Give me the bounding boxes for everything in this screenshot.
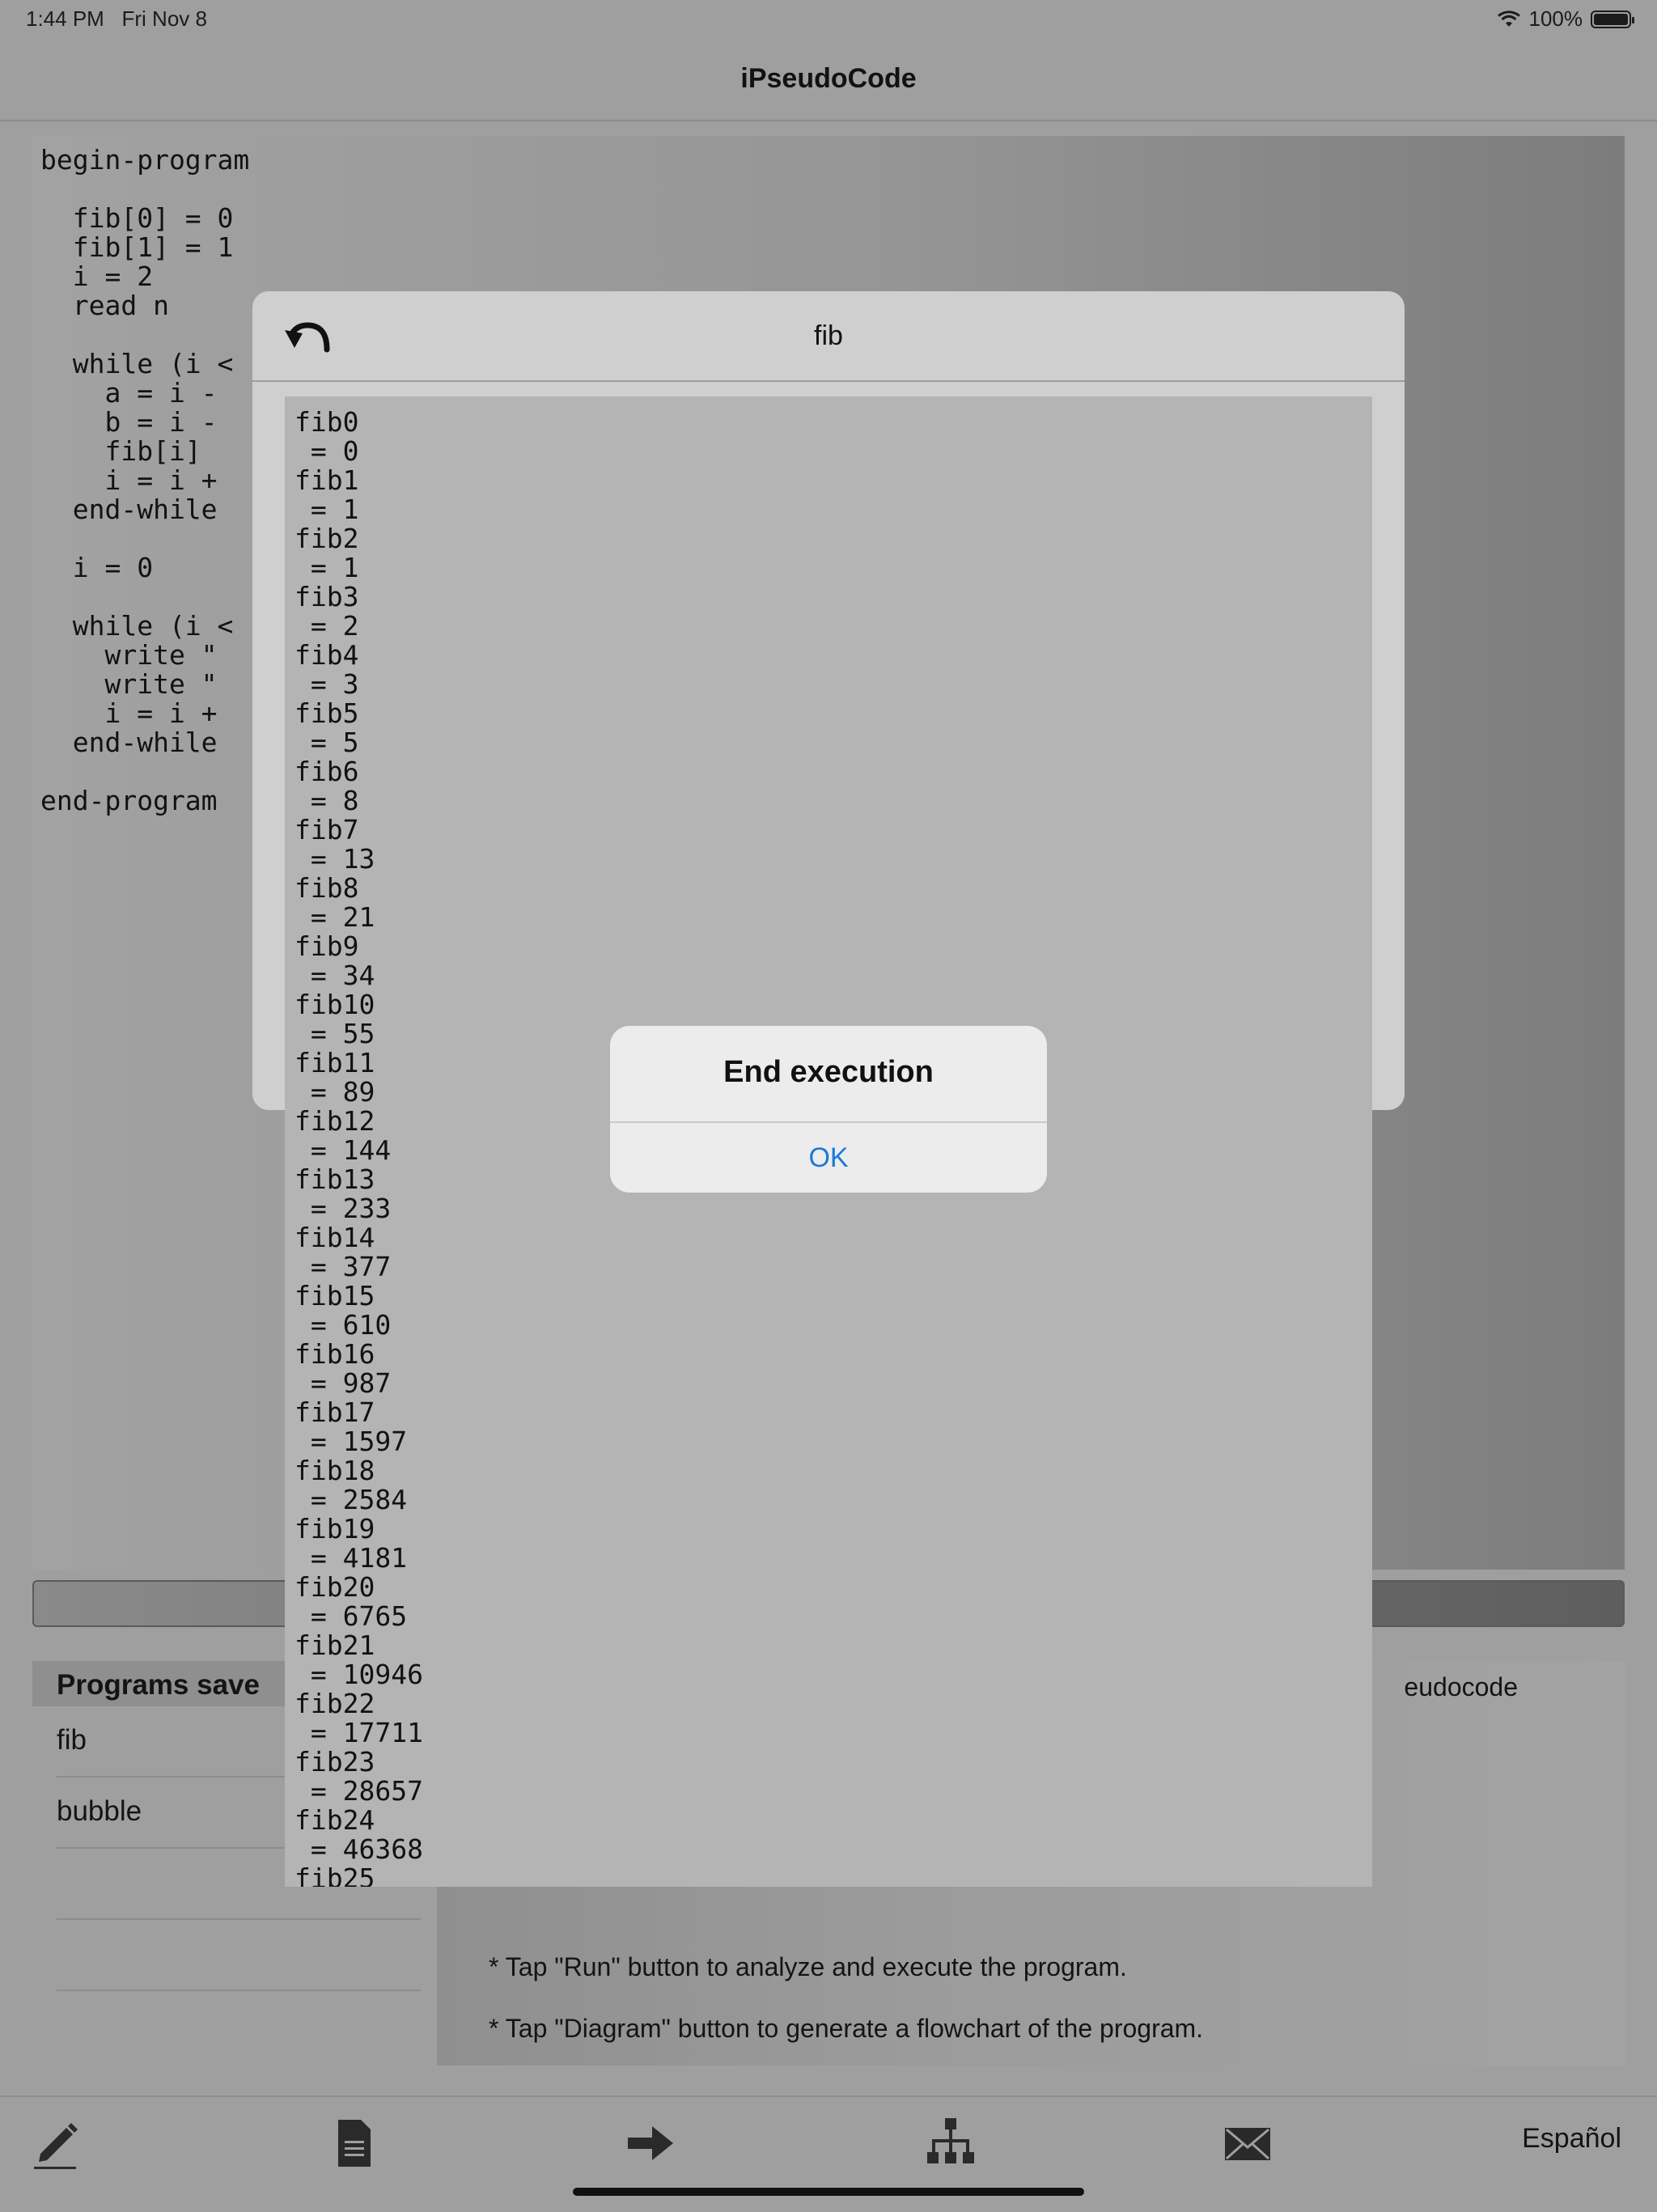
help-run-text: * Tap "Run" button to analyze and execut…	[489, 1952, 1127, 1981]
document-icon[interactable]	[325, 2115, 382, 2172]
ok-button[interactable]: OK	[610, 1123, 1047, 1193]
flowchart-icon[interactable]	[922, 2115, 979, 2172]
status-time: 1:44 PM Fri Nov 8	[26, 6, 207, 31]
modal-title: fib	[814, 320, 843, 351]
battery-percent: 100%	[1528, 6, 1583, 31]
output-text: fib0 = 0 fib1 = 1 fib2 = 1 fib3 = 2 fib4…	[295, 406, 423, 1888]
pencil-icon[interactable]	[29, 2115, 86, 2172]
home-indicator	[573, 2188, 1084, 2196]
alert-title: End execution	[723, 1055, 934, 1089]
battery-icon	[1591, 10, 1634, 28]
execution-modal: fib fib0 = 0 fib1 = 1 fib2 = 1 fib3 = 2 …	[252, 291, 1405, 1887]
status-right: 100%	[1497, 6, 1634, 32]
envelope-icon[interactable]	[1220, 2115, 1277, 2172]
navigation-bar: iPseudoCode	[0, 39, 1657, 121]
programs-title: Programs save	[57, 1669, 260, 1701]
arrow-right-icon[interactable]	[623, 2115, 680, 2172]
wifi-icon	[1497, 10, 1520, 27]
program-item-empty[interactable]	[57, 1920, 421, 1991]
status-bar: 1:44 PM Fri Nov 8 100%	[0, 0, 1657, 39]
app-title: iPseudoCode	[740, 63, 917, 94]
language-toggle[interactable]: Español	[1522, 2123, 1621, 2155]
modal-header: fib	[252, 291, 1405, 382]
end-execution-alert: End execution OK	[610, 1026, 1047, 1193]
help-diagram-text: * Tap "Diagram" button to generate a flo…	[489, 2014, 1204, 2043]
code-text[interactable]: begin-program fib[0] = 0 fib[1] = 1 i = …	[40, 146, 249, 816]
help-heading: eudocode	[1404, 1672, 1518, 1701]
